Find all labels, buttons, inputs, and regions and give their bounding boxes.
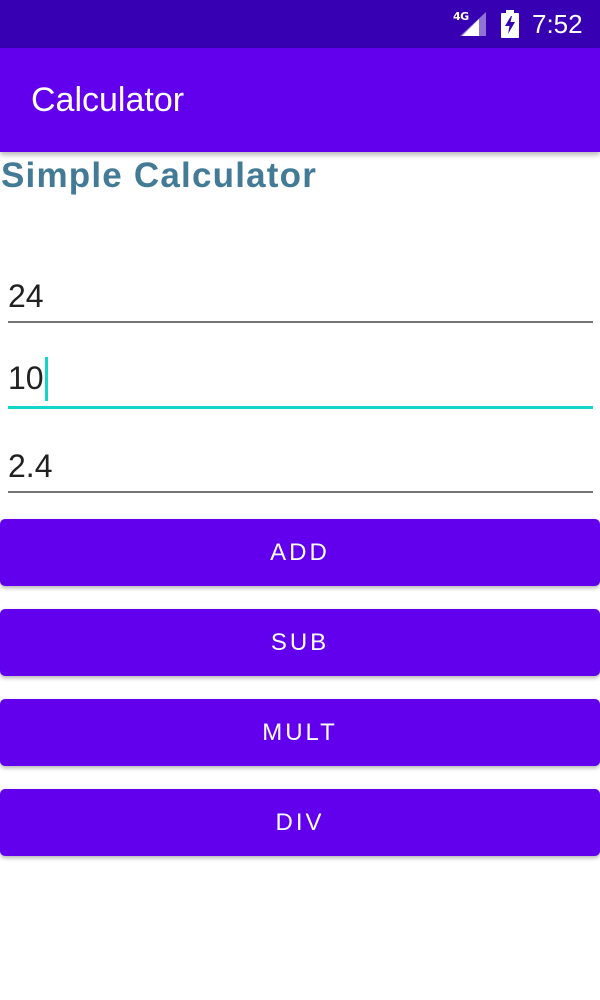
second-number-text: 10 — [8, 356, 48, 403]
mult-button[interactable]: MULT — [0, 699, 600, 766]
result-underline — [8, 491, 593, 493]
second-number-value: 10 — [8, 360, 44, 396]
battery-charging-icon — [501, 10, 519, 38]
first-number-field[interactable]: 24 — [8, 276, 593, 324]
sub-button[interactable]: SUB — [0, 609, 600, 676]
result-field[interactable]: 2.4 — [8, 446, 593, 494]
status-time: 7:52 — [532, 9, 583, 39]
first-number-underline — [8, 321, 593, 323]
div-button[interactable]: DIV — [0, 789, 600, 856]
text-cursor — [44, 356, 48, 401]
signal-icon — [460, 12, 486, 36]
add-button[interactable]: ADD — [0, 519, 600, 586]
app-title: Calculator — [31, 81, 185, 119]
page-heading: Simple Calculator — [1, 156, 318, 195]
status-bar: 4G 7:52 — [0, 0, 600, 48]
first-number-value: 24 — [8, 278, 44, 314]
app-bar: Calculator — [0, 48, 600, 152]
second-number-underline — [8, 406, 593, 409]
second-number-field[interactable]: 10 — [8, 356, 593, 410]
result-value: 2.4 — [8, 448, 53, 484]
